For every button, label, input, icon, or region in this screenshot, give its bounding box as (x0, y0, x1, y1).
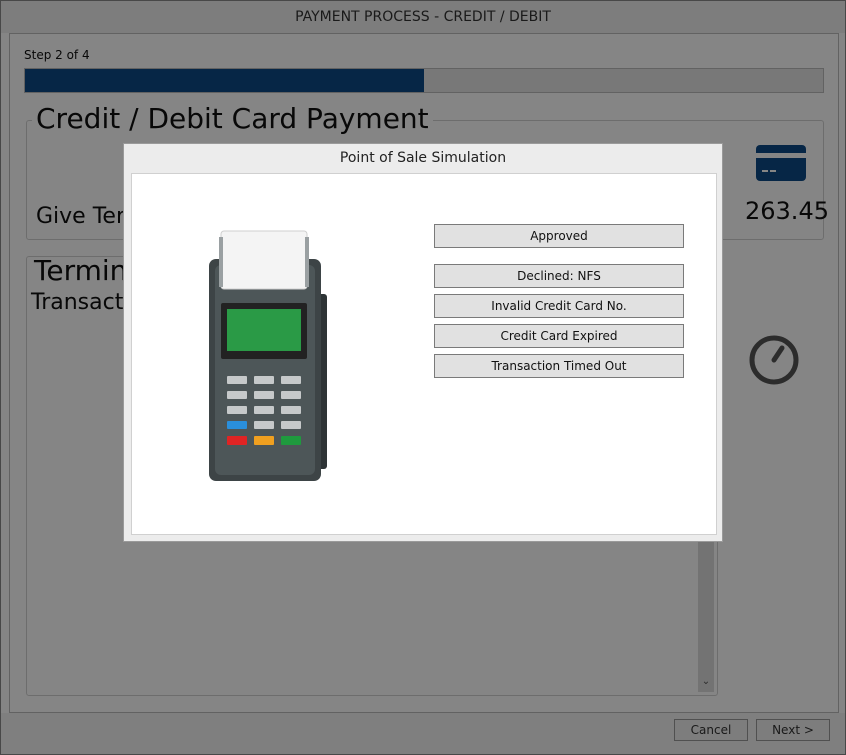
invalid-card-button[interactable]: Invalid Credit Card No. (434, 294, 684, 318)
approved-button[interactable]: Approved (434, 224, 684, 248)
dialog-title: Point of Sale Simulation (339, 150, 507, 166)
declined-nfs-button[interactable]: Declined: NFS (434, 264, 684, 288)
timed-out-button[interactable]: Transaction Timed Out (434, 354, 684, 378)
card-expired-button[interactable]: Credit Card Expired (434, 324, 684, 348)
dialog-body: Approved Declined: NFS Invalid Credit Ca… (131, 173, 717, 535)
pos-simulation-dialog: Point of Sale Simulation Approved Declin… (123, 143, 723, 542)
pos-terminal-icon (207, 229, 337, 493)
